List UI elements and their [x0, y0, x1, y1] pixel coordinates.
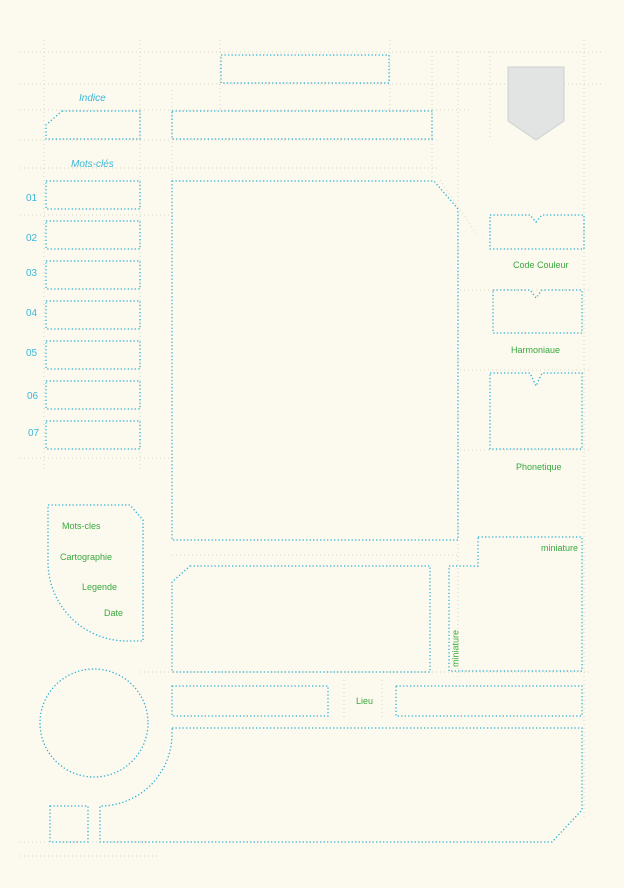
- lieu-left-box: [171, 685, 329, 717]
- legend-item-legende: Legende: [82, 582, 118, 592]
- miniature-top-label: miniature: [541, 543, 579, 553]
- keyword-box-07: [45, 420, 141, 450]
- number-07: 07: [28, 428, 40, 439]
- code-couleur-label: Code Couleur: [513, 260, 569, 270]
- number-01: 01: [26, 193, 38, 204]
- phonetique-box: [489, 372, 583, 450]
- keyword-box-01: [45, 180, 141, 210]
- content-box: [171, 565, 431, 673]
- layout-wireframe: [20, 40, 604, 857]
- phonetique-label: Phonetique: [516, 462, 562, 472]
- miniature-side-label: miniature: [450, 630, 461, 668]
- title-bar-box: [220, 54, 390, 84]
- harmonique-label: Harmoniaue: [511, 345, 561, 355]
- indice-box: [45, 110, 141, 140]
- keyword-boxes: [45, 180, 141, 450]
- lieu-right-box: [395, 685, 583, 717]
- circle-placeholder-icon: [39, 668, 149, 778]
- miniature-box: [448, 536, 583, 672]
- shield-icon: [507, 66, 565, 141]
- indice-wide-box: [171, 110, 433, 140]
- mots-cles-title: Mots-clés: [71, 159, 114, 170]
- legend-item-mots-cles: Mots-cles: [62, 521, 101, 531]
- number-05: 05: [26, 348, 38, 359]
- keyword-box-04: [45, 300, 141, 330]
- harmonique-box: [492, 289, 583, 334]
- legend-item-date: Date: [104, 608, 124, 618]
- keyword-box-03: [45, 260, 141, 290]
- keyword-box-05: [45, 340, 141, 370]
- legend-item-cartographie: Cartographie: [60, 552, 113, 562]
- number-06: 06: [27, 391, 39, 402]
- code-couleur-box: [489, 214, 585, 250]
- keyword-box-06: [45, 380, 141, 410]
- main-panel: [171, 180, 459, 541]
- lieu-label: Lieu: [356, 696, 374, 706]
- number-02: 02: [26, 233, 38, 244]
- bottom-wrap-box: [99, 727, 583, 843]
- indice-label: Indice: [79, 93, 106, 104]
- small-square-box: [49, 805, 89, 843]
- number-04: 04: [26, 308, 38, 319]
- number-03: 03: [26, 268, 38, 279]
- keyword-box-02: [45, 220, 141, 250]
- layout-grid: Indice Mots-clés 01 02 03 04 05 06 07 Co…: [0, 0, 624, 888]
